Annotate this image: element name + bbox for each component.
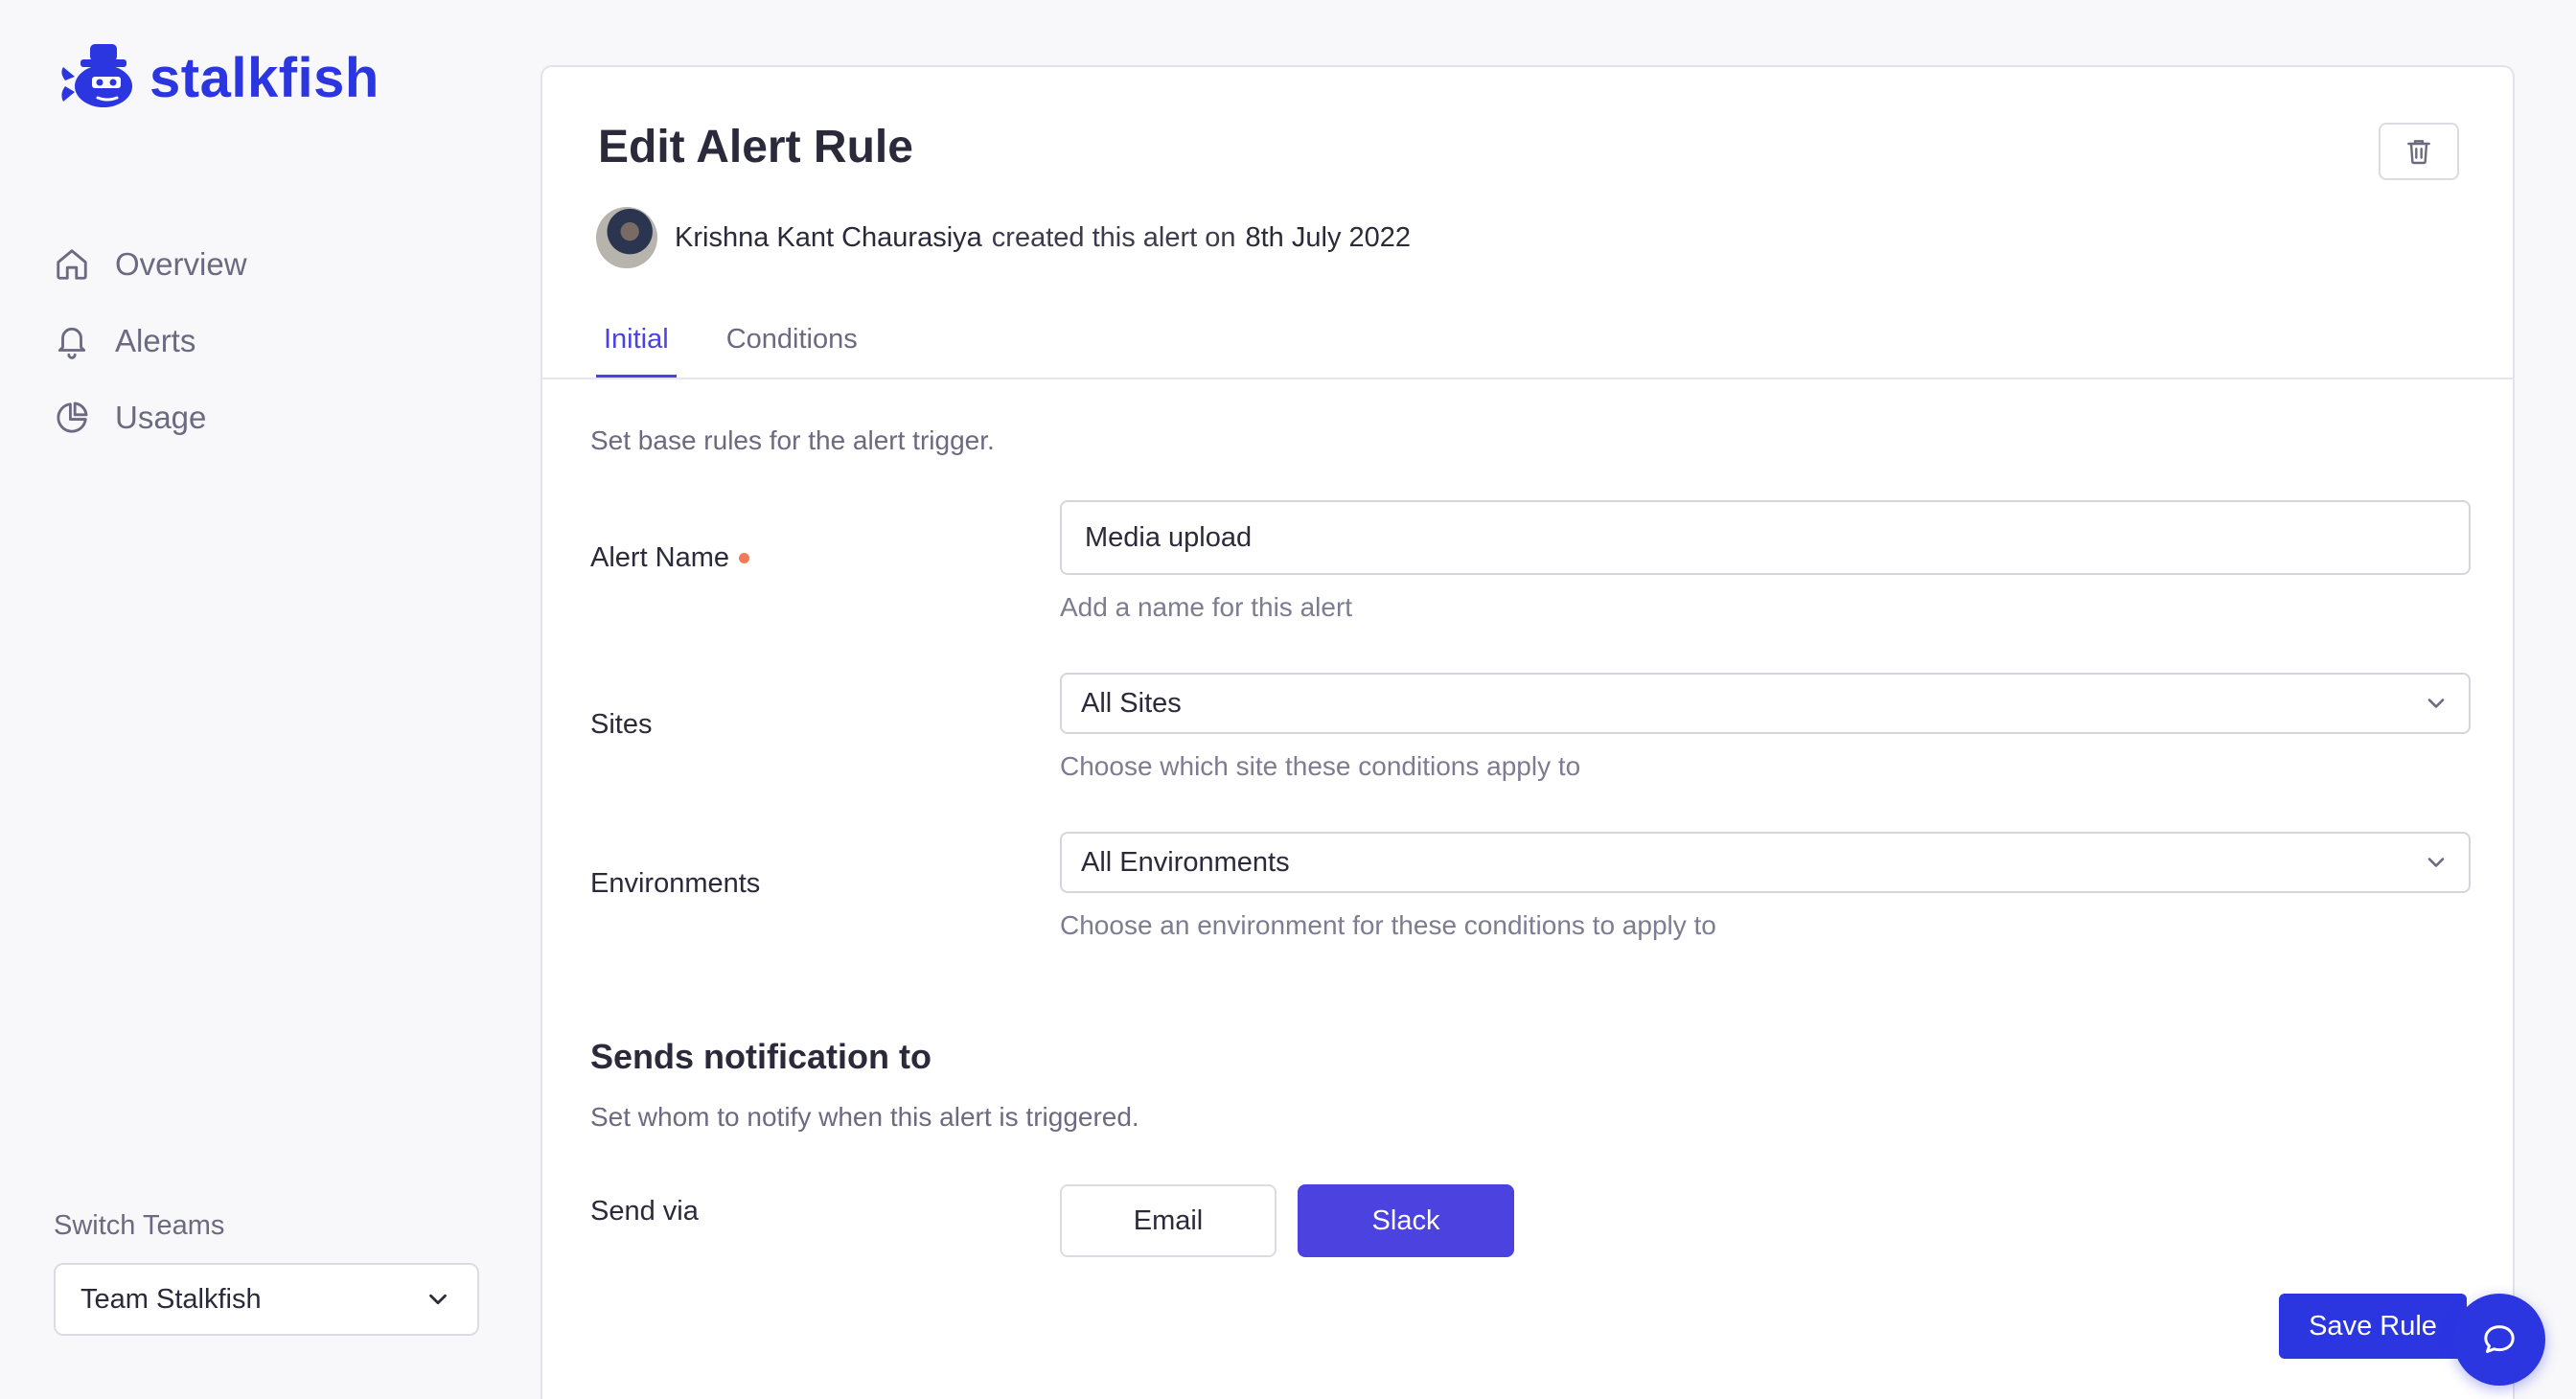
chat-bubble-icon: [2484, 1325, 2515, 1353]
tab-bar: Initial Conditions: [596, 324, 908, 378]
edit-alert-card: Edit Alert Rule Krishna Kant Chaurasiya …: [540, 65, 2515, 1399]
sites-label: Sites: [590, 709, 653, 740]
delete-rule-button[interactable]: [2379, 123, 2459, 180]
alert-name-label: Alert Name: [590, 542, 750, 574]
sidebar-item-usage[interactable]: Usage: [54, 379, 247, 456]
chevron-down-icon: [2427, 858, 2445, 867]
sites-help: Choose which site these conditions apply…: [1060, 751, 1581, 781]
sidebar-item-label: Overview: [115, 246, 247, 282]
alert-name-label-text: Alert Name: [590, 542, 730, 573]
sidebar-item-label: Alerts: [115, 323, 196, 358]
save-rule-button[interactable]: Save Rule: [2279, 1294, 2467, 1359]
created-meta: Krishna Kant Chaurasiya created this ale…: [596, 207, 1411, 268]
alert-name-input[interactable]: [1060, 500, 2471, 575]
sidebar: stalkfish Overview Alerts Usage Switch T…: [0, 0, 540, 1399]
tab-initial[interactable]: Initial: [596, 324, 677, 378]
page-title: Edit Alert Rule: [598, 122, 913, 172]
tabs-divider: [542, 378, 2515, 379]
form-intro: Set base rules for the alert trigger.: [590, 425, 995, 455]
team-select-value: Team Stalkfish: [80, 1283, 262, 1315]
created-text: created this alert on: [991, 221, 1236, 253]
notifications-title: Sends notification to: [590, 1037, 932, 1076]
environments-label: Environments: [590, 868, 761, 899]
send-via-label: Send via: [590, 1196, 699, 1227]
home-icon: [57, 249, 87, 280]
sidebar-item-overview[interactable]: Overview: [54, 226, 247, 303]
sidebar-nav: Overview Alerts Usage: [54, 226, 247, 456]
chevron-down-icon: [429, 1294, 447, 1305]
email-button[interactable]: Email: [1060, 1184, 1276, 1257]
created-date: 8th July 2022: [1245, 221, 1412, 253]
brand-logo[interactable]: stalkfish: [56, 38, 380, 117]
sites-select[interactable]: All Sites: [1060, 673, 2471, 734]
environments-select-value: All Environments: [1081, 846, 1290, 878]
environments-select[interactable]: All Environments: [1060, 832, 2471, 893]
notifications-desc: Set whom to notify when this alert is tr…: [590, 1102, 1139, 1132]
trash-icon: [2407, 140, 2430, 165]
switch-teams-label: Switch Teams: [54, 1210, 225, 1241]
avatar: [596, 207, 657, 268]
sidebar-item-alerts[interactable]: Alerts: [54, 303, 247, 379]
sidebar-item-label: Usage: [115, 400, 207, 435]
chevron-down-icon: [2427, 699, 2445, 708]
chat-widget-button[interactable]: [2453, 1294, 2545, 1386]
sites-select-value: All Sites: [1081, 687, 1182, 719]
pie-chart-icon: [57, 401, 88, 433]
environments-help: Choose an environment for these conditio…: [1060, 910, 1716, 940]
team-select[interactable]: Team Stalkfish: [54, 1263, 479, 1336]
bell-icon: [58, 327, 86, 359]
brand-name: stalkfish: [150, 46, 380, 109]
slack-button[interactable]: Slack: [1298, 1184, 1514, 1257]
stalkfish-logo-icon: [61, 44, 132, 107]
required-indicator: [739, 553, 750, 563]
creator-name: Krishna Kant Chaurasiya: [675, 221, 982, 253]
tab-conditions[interactable]: Conditions: [719, 324, 865, 378]
alert-name-help: Add a name for this alert: [1060, 592, 1353, 622]
